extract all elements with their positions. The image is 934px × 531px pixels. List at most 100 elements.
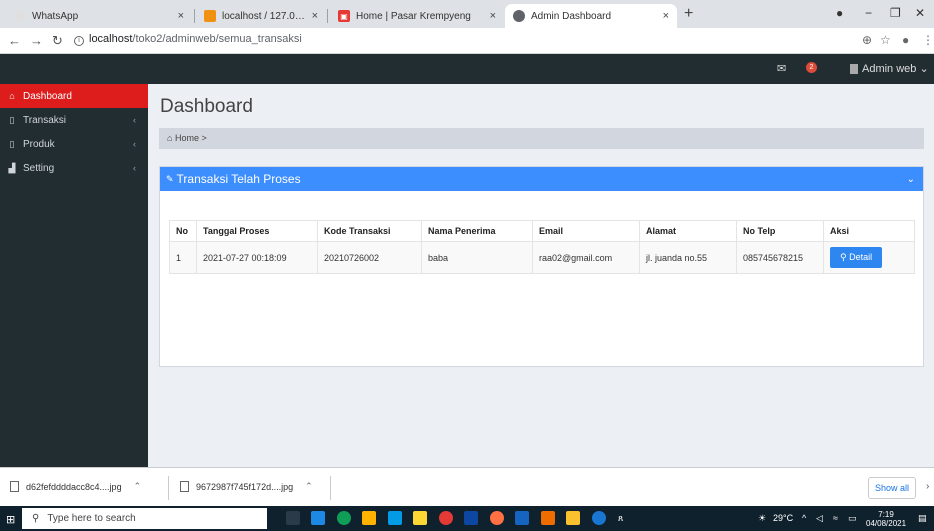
tab-admin-dashboard[interactable]: Admin Dashboard × [505, 4, 677, 28]
cell-alamat: jl. juanda no.55 [639, 241, 737, 274]
file-explorer-icon[interactable] [413, 511, 427, 525]
cell-tanggal: 2021-07-27 00:18:09 [196, 241, 318, 274]
notifications[interactable]: 2 [806, 60, 817, 73]
close-tab-icon[interactable]: × [663, 10, 669, 22]
download-separator [168, 476, 169, 500]
taskbar-clock[interactable]: 7:19 04/08/2021 [866, 510, 906, 528]
volume-icon[interactable]: ◁ [816, 513, 823, 524]
edge-icon[interactable] [337, 511, 351, 525]
sublime-icon[interactable] [566, 511, 580, 525]
forward-icon[interactable]: → [30, 33, 43, 48]
box-header: ✎ Transaksi Telah Proses ⌄ [160, 167, 923, 191]
photoshop-icon[interactable] [464, 511, 478, 525]
chevron-up-icon[interactable]: ⌃ [305, 481, 313, 492]
user-menu[interactable]: Admin web ⌄ [850, 62, 929, 75]
cell-email: raa02@gmail.com [532, 241, 640, 274]
breadcrumb-home-link[interactable]: Home [175, 133, 199, 143]
mail-icon[interactable]: ✉ [777, 62, 786, 75]
xampp-icon[interactable] [541, 511, 555, 525]
notification-badge: 2 [806, 62, 817, 73]
transactions-table: No Tanggal Proses Kode Transaksi Nama Pe… [169, 220, 915, 274]
tab-whatsapp[interactable]: WhatsApp × [6, 4, 192, 28]
edit-icon: ✎ [166, 173, 174, 184]
detail-button[interactable]: ⚲ Detail [830, 247, 883, 268]
collapse-icon[interactable]: ⌄ [907, 174, 915, 185]
close-tab-icon[interactable]: × [312, 10, 318, 22]
close-tab-icon[interactable]: × [490, 10, 496, 22]
bookmark-icon: ▯ [9, 114, 15, 125]
minimize-icon[interactable]: − [865, 6, 872, 20]
column-header: Nama Penerima [421, 220, 533, 242]
cell-kode: 20210726002 [317, 241, 422, 274]
sidebar: ⌂ Dashboard ▯ Transaksi ‹ ▯ Produk ‹ ▟ S… [0, 84, 148, 467]
chevron-down-icon: ⌄ [919, 63, 929, 75]
taskbar-search-box[interactable]: ⚲ Type here to search [22, 508, 267, 529]
wifi-icon[interactable]: ≈ [833, 513, 838, 523]
home-icon: ⌂ [9, 91, 15, 101]
tab-separator [194, 9, 195, 23]
column-header: Alamat [639, 220, 737, 242]
notification-center-icon[interactable]: ▤ [918, 513, 927, 524]
tab-separator [327, 9, 328, 23]
word-icon[interactable] [515, 511, 529, 525]
show-all-button[interactable]: Show all [868, 477, 916, 499]
breadcrumb-separator: > [201, 133, 207, 143]
restore-icon[interactable]: ❐ [890, 6, 901, 20]
reload-icon[interactable]: ↻ [52, 33, 63, 49]
close-window-icon[interactable]: ✕ [915, 6, 925, 20]
cell-nama: baba [421, 241, 533, 274]
weather-temp[interactable]: 29°C [773, 513, 793, 523]
chevron-up-icon[interactable]: ⌃ [134, 481, 142, 492]
globe-icon [513, 10, 525, 22]
chrome-icon[interactable] [439, 511, 453, 525]
browser-tab-strip: WhatsApp × localhost / 127.0.0.1 / db_pa… [0, 0, 934, 28]
firefox-icon[interactable] [490, 511, 504, 525]
bolt-app-icon[interactable] [362, 511, 376, 525]
app-top-navbar: ✉ 2 Admin web ⌄ [0, 54, 934, 84]
download-item[interactable]: d62fefddddacc8c4....jpg ⌃ [10, 481, 141, 492]
battery-icon[interactable]: ▭ [848, 513, 857, 524]
task-view-icon[interactable] [286, 511, 300, 525]
download-separator [330, 476, 331, 500]
transactions-box: ✎ Transaksi Telah Proses ⌄ No Tanggal Pr… [159, 166, 924, 367]
profile-record-icon[interactable]: ● [836, 6, 843, 20]
people-icon[interactable]: ጸ [618, 513, 623, 524]
bookmark-star-icon[interactable]: ☆ [880, 33, 891, 47]
column-header: No Telp [736, 220, 824, 242]
main-content: Dashboard ⌂ Home > ✎ Transaksi Telah Pro… [148, 84, 934, 467]
zoom-icon[interactable]: ⊕ [862, 33, 872, 47]
menu-kebab-icon[interactable]: ⋮ [922, 33, 934, 47]
sidebar-item-dashboard[interactable]: ⌂ Dashboard [0, 84, 148, 108]
chevron-up-icon[interactable]: ^ [802, 513, 806, 523]
chevron-left-icon: ‹ [133, 163, 136, 173]
avatar [850, 64, 858, 75]
cell-telp: 085745678215 [736, 241, 824, 274]
sidebar-item-produk[interactable]: ▯ Produk ‹ [0, 132, 148, 156]
back-icon[interactable]: ← [8, 33, 21, 48]
column-header: Tanggal Proses [196, 220, 318, 242]
site-info-icon[interactable]: i [74, 36, 84, 46]
windows-taskbar: ⊞ ⚲ Type here to search ጸ ☀ 29°C ^ ◁ ≈ ▭… [0, 506, 934, 531]
mail-app-icon[interactable] [388, 511, 402, 525]
download-bar: d62fefddddacc8c4....jpg ⌃ 9672987f745f17… [0, 467, 934, 506]
tab-phpmyadmin[interactable]: localhost / 127.0.0.1 / db_pasar1 × [196, 4, 326, 28]
new-tab-icon[interactable]: + [684, 5, 693, 23]
profile-icon[interactable]: ● [902, 33, 909, 47]
whatsapp-icon [14, 10, 26, 22]
weather-icon: ☀ [758, 513, 767, 523]
tab-pasar-krempyeng[interactable]: ▣ Home | Pasar Krempyeng × [330, 4, 504, 28]
download-item[interactable]: 9672987f745f172d....jpg ⌃ [180, 481, 313, 492]
help-icon[interactable] [592, 511, 606, 525]
cell-aksi: ⚲ Detail [823, 241, 915, 274]
close-tab-icon[interactable]: × [178, 10, 184, 22]
windows-start-icon[interactable]: ⊞ [6, 513, 15, 526]
close-download-bar-icon[interactable]: › [926, 481, 929, 492]
search-icon: ⚲ [840, 252, 847, 262]
dropbox-icon[interactable] [311, 511, 325, 525]
sidebar-item-transaksi[interactable]: ▯ Transaksi ‹ [0, 108, 148, 132]
phpmyadmin-icon [204, 10, 216, 22]
url-field[interactable]: i localhost/toko2/adminweb/semua_transaks… [74, 33, 302, 46]
sidebar-item-setting[interactable]: ▟ Setting ‹ [0, 156, 148, 180]
image-file-icon [180, 481, 189, 492]
store-icon: ▣ [338, 10, 350, 22]
